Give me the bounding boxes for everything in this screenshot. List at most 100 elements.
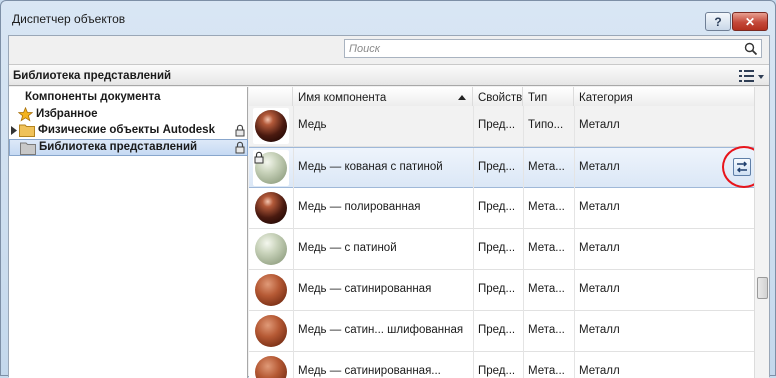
table-row[interactable]: Медь — сатинированная Пред... Мета... Метал…: [249, 270, 754, 311]
library-title: Библиотека представлений: [13, 70, 172, 82]
cell-category: Металл: [579, 242, 620, 254]
cell-properties: Пред...: [478, 324, 516, 336]
star-icon: [18, 107, 33, 122]
column-divider: [523, 311, 524, 352]
content-area: Поиск Библиотека представлений Компонент…: [8, 35, 770, 378]
material-thumbnail: [253, 272, 289, 308]
column-divider: [473, 270, 474, 311]
cell-type: Мета...: [528, 365, 565, 377]
tree-item-label: Компоненты документа: [25, 91, 161, 103]
table-row[interactable]: Медь — полированная Пред... Мета... Металл: [249, 188, 754, 229]
column-label: Тип: [528, 92, 548, 104]
cell-properties: Пред...: [478, 201, 516, 213]
expand-arrow-icon[interactable]: [11, 126, 17, 135]
cell-category: Металл: [579, 283, 620, 295]
window-title: Диспетчер объектов: [12, 12, 126, 26]
column-divider: [574, 106, 575, 147]
search-placeholder: Поиск: [349, 43, 380, 55]
column-divider: [523, 229, 524, 270]
cell-type: Мета...: [528, 242, 565, 254]
object-manager-window: Диспетчер объектов ? ✕ Поиск Библиотека …: [0, 0, 776, 378]
cell-name: Медь — полированная: [298, 201, 421, 213]
search-input[interactable]: Поиск: [344, 39, 762, 58]
cell-properties: Пред...: [478, 365, 516, 377]
column-divider: [473, 106, 474, 147]
cell-category: Металл: [579, 324, 620, 336]
column-divider: [293, 352, 294, 378]
close-button[interactable]: ✕: [732, 12, 768, 31]
lock-icon: [235, 141, 245, 154]
gray-folder-icon: [20, 142, 36, 155]
tree-item-appearance-library[interactable]: Библиотека представлений: [9, 139, 248, 156]
tree-item-label: Избранное: [36, 108, 98, 120]
close-icon: ✕: [744, 14, 756, 29]
column-divider: [574, 229, 575, 270]
column-divider: [523, 188, 524, 229]
material-thumbnail: [253, 150, 289, 186]
tree-item-favorites[interactable]: Избранное: [9, 106, 248, 123]
column-divider: [523, 106, 524, 147]
column-divider: [473, 148, 474, 189]
column-divider: [574, 148, 575, 189]
column-divider: [293, 311, 294, 352]
tree-item-label: Библиотека представлений: [39, 141, 198, 153]
cell-properties: Пред...: [478, 283, 516, 295]
table-row[interactable]: Медь — сатин... шлифованная Пред... Мета..…: [249, 311, 754, 352]
cell-name: Медь — с патиной: [298, 242, 397, 254]
column-label: Свойства: [478, 92, 523, 104]
column-label: Категория: [579, 92, 633, 104]
cell-properties: Пред...: [478, 242, 516, 254]
cell-name: Медь — сатинированная...: [298, 365, 441, 377]
help-button[interactable]: ?: [705, 12, 731, 31]
table-row[interactable]: Медь — сатинированная... Пред... Мета... Ме…: [249, 352, 754, 378]
column-label: Имя компонента: [298, 92, 387, 104]
library-tree: Компоненты документа Избранное Физически…: [9, 87, 248, 378]
table-row[interactable]: Медь Пред... Типо... Металл: [249, 106, 754, 147]
view-options-icon[interactable]: [738, 69, 764, 83]
title-bar: Диспетчер объектов ? ✕: [1, 1, 775, 35]
column-divider: [473, 311, 474, 352]
cell-type: Мета...: [528, 324, 565, 336]
tree-item-autodesk-physical[interactable]: Физические объекты Autodesk: [9, 122, 248, 139]
cell-type: Мета...: [528, 283, 565, 295]
column-divider: [574, 270, 575, 311]
column-divider: [574, 188, 575, 229]
column-divider: [473, 229, 474, 270]
search-icon[interactable]: [744, 42, 758, 56]
library-header: Библиотека представлений: [9, 64, 769, 86]
cell-name: Медь — сатинированная: [298, 283, 432, 295]
sort-ascending-icon: [458, 95, 466, 100]
scrollbar-thumb[interactable]: [757, 277, 768, 299]
vertical-scrollbar[interactable]: [754, 87, 769, 378]
column-divider: [473, 352, 474, 378]
material-thumbnail: [253, 231, 289, 267]
cell-category: Металл: [579, 365, 620, 377]
cell-properties: Пред...: [478, 119, 516, 131]
material-thumbnail: [253, 354, 289, 378]
cell-name: Медь — кованая с патиной: [298, 161, 443, 173]
material-thumbnail: [253, 190, 289, 226]
cell-type: Мета...: [528, 161, 565, 173]
column-divider: [473, 188, 474, 229]
material-list: Имя компонента Свойства Тип Категория Ме…: [249, 87, 769, 378]
material-thumbnail: [253, 108, 289, 144]
column-divider: [574, 352, 575, 378]
tree-item-document-components[interactable]: Компоненты документа: [9, 89, 248, 106]
cell-name: Медь: [298, 119, 327, 131]
column-divider: [293, 270, 294, 311]
table-row[interactable]: Медь — кованая с патиной Пред... Мета... Ме…: [249, 146, 766, 189]
column-divider: [293, 106, 294, 147]
column-divider: [523, 270, 524, 311]
cell-type: Мета...: [528, 201, 565, 213]
column-divider: [293, 148, 294, 189]
tree-item-label: Физические объекты Autodesk: [38, 124, 215, 136]
search-bar: Поиск: [9, 36, 769, 64]
lock-icon: [254, 151, 264, 164]
cell-category: Металл: [579, 161, 620, 173]
help-icon: ?: [714, 14, 722, 29]
material-thumbnail: [253, 313, 289, 349]
cell-type: Типо...: [528, 119, 564, 131]
table-row[interactable]: Медь — с патиной Пред... Мета... Металл: [249, 229, 754, 270]
folder-icon: [19, 124, 35, 137]
column-divider: [523, 148, 524, 189]
